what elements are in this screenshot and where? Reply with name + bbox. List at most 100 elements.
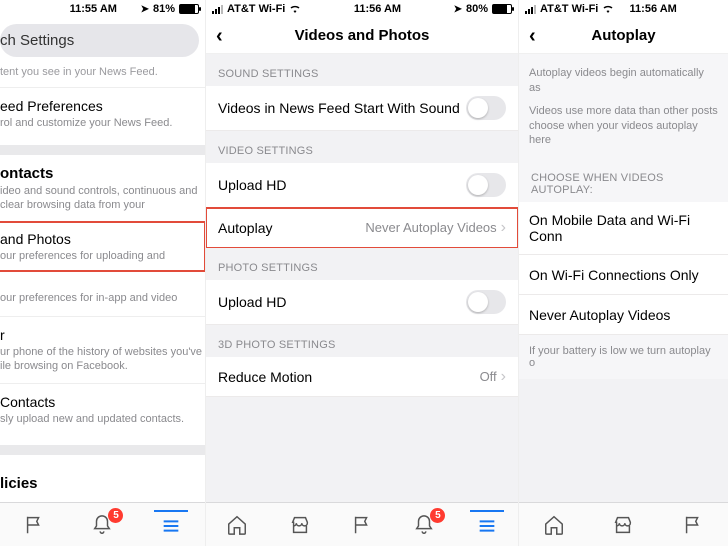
battery-pct: 81% [153,3,175,15]
tab-home[interactable] [220,510,254,540]
wifi-icon [602,3,614,16]
sounds-item[interactable]: our preferences for in-app and video [0,271,205,315]
notification-badge: 5 [430,508,445,523]
section-3d-photo-settings: 3D PHOTO SETTINGS [206,325,518,357]
section-video-settings: VIDEO SETTINGS [206,131,518,163]
autoplay-option-never[interactable]: Never Autoplay Videos [519,295,728,335]
screen-title: Autoplay [519,27,728,44]
nav-header: ‹ Autoplay [519,18,728,54]
sound-toggle[interactable] [466,96,506,120]
location-icon: ➤ [141,4,149,15]
upload-contacts-item[interactable]: Contacts sly upload new and updated cont… [0,383,205,436]
row-label: Videos in News Feed Start With Sound [218,100,466,116]
tab-flag[interactable] [676,510,710,540]
autoplay-option-mobile-wifi[interactable]: On Mobile Data and Wi-Fi Conn [519,202,728,255]
row-label: Upload HD [218,177,286,193]
nav-header: ‹ Videos and Photos [206,18,518,54]
tab-notifications[interactable]: 5 [85,510,119,540]
videos-start-with-sound-row[interactable]: Videos in News Feed Start With Sound [206,86,518,131]
news-feed-preferences-item[interactable]: eed Preferences rol and customize your N… [0,87,205,140]
back-button[interactable]: ‹ [216,26,236,46]
tab-flag[interactable] [17,510,51,540]
tab-home[interactable] [537,510,571,540]
item-desc: rol and customize your News Feed. [0,116,205,130]
battery-pct: 80% [466,3,488,15]
item-title: and Photos [0,231,199,247]
row-label: On Wi-Fi Connections Only [529,267,699,283]
search-settings-pill[interactable]: ch Settings [0,24,199,57]
section-photo-settings: PHOTO SETTINGS [206,248,518,280]
intro-line: Autoplay videos begin automatically as [529,66,718,96]
intro-line: Videos use more data than other posts ch… [529,104,718,149]
chevron-right-icon: › [501,368,506,386]
status-time: 11:55 AM [46,3,141,15]
battery-footnote: If your battery is low we turn autoplay … [519,335,728,379]
item-desc: our preferences for uploading and [0,249,199,263]
autoplay-option-wifi-only[interactable]: On Wi-Fi Connections Only [519,255,728,295]
videos-and-photos-item[interactable]: and Photos our preferences for uploading… [0,222,205,271]
row-label: Never Autoplay Videos [529,307,670,323]
section-divider [0,445,205,455]
section-divider [0,145,205,155]
battery-icon [492,4,512,14]
browser-item[interactable]: r ur phone of the history of websites yo… [0,316,205,384]
tab-menu[interactable] [154,510,188,540]
reduce-motion-row[interactable]: Reduce Motion Off › [206,357,518,397]
section-desc: ideo and sound controls, continuous and … [0,184,205,213]
videos-and-photos-screen: AT&T Wi-Fi 11:56 AM ➤ 80% ‹ Videos and P… [206,0,519,546]
autoplay-screen: AT&T Wi-Fi 11:56 AM ‹ Autoplay Autoplay … [519,0,728,546]
row-label: Reduce Motion [218,369,312,385]
item-title: Contacts [0,394,205,410]
section-title: ontacts [0,165,205,182]
signal-icon [212,5,223,14]
signal-icon [525,5,536,14]
item-desc: our preferences for in-app and video [0,291,205,305]
tab-marketplace[interactable] [283,510,317,540]
autoplay-row[interactable]: Autoplay Never Autoplay Videos › [206,208,518,248]
empty-area [206,397,518,502]
photo-upload-hd-toggle[interactable] [466,290,506,314]
item-title: eed Preferences [0,98,205,114]
item-desc: ur phone of the history of websites you'… [0,345,205,374]
item-desc: sly upload new and updated contacts. [0,412,205,426]
policies-section[interactable]: licies [0,465,205,502]
media-contacts-section-header: ontacts ideo and sound controls, continu… [0,165,205,213]
tab-notifications[interactable]: 5 [407,510,441,540]
status-bar: AT&T Wi-Fi 11:56 AM ➤ 80% [206,0,518,18]
tab-bar [519,502,728,546]
item-title: r [0,327,205,343]
status-bar: 11:55 AM ➤ 81% [0,0,205,18]
wifi-icon [289,3,301,16]
tab-marketplace[interactable] [606,510,640,540]
location-icon: ➤ [454,4,462,15]
choose-when-header: CHOOSE WHEN VIDEOS AUTOPLAY: [519,158,728,202]
status-time: 11:56 AM [301,3,453,15]
video-upload-hd-toggle[interactable] [466,173,506,197]
empty-area [519,379,728,502]
row-value: Never Autoplay Videos [365,220,496,235]
row-label: Autoplay [218,220,272,236]
photo-upload-hd-row[interactable]: Upload HD [206,280,518,325]
notification-badge: 5 [108,508,123,523]
row-label: Upload HD [218,294,286,310]
section-title: licies [0,475,205,492]
status-time: 11:56 AM [614,3,692,15]
tab-menu[interactable] [470,510,504,540]
row-label: On Mobile Data and Wi-Fi Conn [529,212,718,244]
chevron-right-icon: › [501,219,506,237]
autoplay-intro: Autoplay videos begin automatically as V… [519,54,728,158]
back-button[interactable]: ‹ [529,26,549,46]
newsfeed-caption: tent you see in your News Feed. [0,65,205,87]
status-bar: AT&T Wi-Fi 11:56 AM [519,0,728,18]
screen-title: Videos and Photos [206,27,518,44]
settings-screen: 11:55 AM ➤ 81% ch Settings tent you see … [0,0,206,546]
section-sound-settings: SOUND SETTINGS [206,54,518,86]
tab-bar: 5 [0,502,205,546]
row-value: Off [480,369,497,384]
battery-icon [179,4,199,14]
video-upload-hd-row[interactable]: Upload HD [206,163,518,208]
tab-bar: 5 [206,502,518,546]
carrier-label: AT&T Wi-Fi [540,3,598,15]
tab-flag[interactable] [345,510,379,540]
carrier-label: AT&T Wi-Fi [227,3,285,15]
